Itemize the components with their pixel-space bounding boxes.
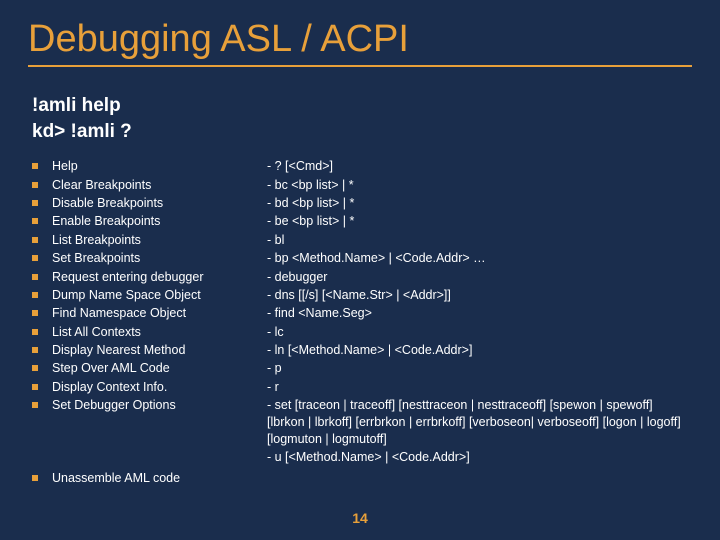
slide-title: Debugging ASL / ACPI: [28, 18, 692, 67]
command-syntax: - find <Name.Seg>: [267, 305, 692, 322]
command-name: List All Contexts: [52, 324, 141, 341]
command-name: Step Over AML Code: [52, 360, 170, 377]
command-syntax: - bl: [267, 232, 692, 249]
bullet-icon: [32, 384, 38, 390]
command-name: Dump Name Space Object: [52, 287, 201, 304]
bullet-icon: [32, 347, 38, 353]
list-item: Find Namespace Object: [32, 305, 267, 322]
command-syntax: - ? [<Cmd>]: [267, 158, 692, 175]
list-item: Dump Name Space Object: [32, 287, 267, 304]
bullet-icon: [32, 182, 38, 188]
bullet-icon: [32, 310, 38, 316]
command-syntax: - ln [<Method.Name> | <Code.Addr>]: [267, 342, 692, 359]
bullet-icon: [32, 365, 38, 371]
command-name: Set Breakpoints: [52, 250, 140, 267]
bullet-icon: [32, 237, 38, 243]
list-item: List Breakpoints: [32, 232, 267, 249]
slide-subhead: !amli help kd> !amli ?: [32, 93, 692, 144]
list-item: Display Context Info.: [32, 379, 267, 396]
command-syntax: - bp <Method.Name> | <Code.Addr> …: [267, 250, 692, 267]
command-name: Unassemble AML code: [52, 470, 180, 487]
command-name: Find Namespace Object: [52, 305, 186, 322]
page-number: 14: [0, 510, 720, 526]
command-syntax: - dns [[/s] [<Name.Str> | <Addr>]]: [267, 287, 692, 304]
bullet-icon: [32, 329, 38, 335]
bullet-icon: [32, 163, 38, 169]
command-syntax: - u [<Method.Name> | <Code.Addr>]: [267, 449, 692, 466]
command-syntax-column: - ? [<Cmd>] - bc <bp list> | * - bd <bp …: [267, 158, 692, 488]
subhead-line-2: kd> !amli ?: [32, 119, 692, 145]
command-name: Display Nearest Method: [52, 342, 185, 359]
command-syntax: - r: [267, 379, 692, 396]
bullet-icon: [32, 218, 38, 224]
list-item: Help: [32, 158, 267, 175]
command-name: Disable Breakpoints: [52, 195, 163, 212]
list-item: Clear Breakpoints: [32, 177, 267, 194]
command-syntax: - bc <bp list> | *: [267, 177, 692, 194]
command-syntax: - debugger: [267, 269, 692, 286]
list-item: Unassemble AML code: [32, 470, 267, 487]
list-item: List All Contexts: [32, 324, 267, 341]
list-item: Step Over AML Code: [32, 360, 267, 377]
command-name: Clear Breakpoints: [52, 177, 151, 194]
bullet-icon: [32, 292, 38, 298]
bullet-icon: [32, 255, 38, 261]
bullet-icon: [32, 200, 38, 206]
command-syntax: - p: [267, 360, 692, 377]
command-name: List Breakpoints: [52, 232, 141, 249]
command-names-column: Help Clear Breakpoints Disable Breakpoin…: [32, 158, 267, 488]
command-name: Display Context Info.: [52, 379, 167, 396]
command-syntax: - lc: [267, 324, 692, 341]
list-item: Request entering debugger: [32, 269, 267, 286]
list-item: Set Breakpoints: [32, 250, 267, 267]
list-item: Set Debugger Options: [32, 397, 267, 414]
list-item: Disable Breakpoints: [32, 195, 267, 212]
command-syntax: - be <bp list> | *: [267, 213, 692, 230]
command-syntax: - bd <bp list> | *: [267, 195, 692, 212]
command-name: Help: [52, 158, 78, 175]
command-columns: Help Clear Breakpoints Disable Breakpoin…: [32, 158, 692, 488]
command-name: Set Debugger Options: [52, 397, 176, 414]
bullet-icon: [32, 402, 38, 408]
command-name: Enable Breakpoints: [52, 213, 160, 230]
command-syntax: - set [traceon | traceoff] [nesttraceon …: [267, 397, 692, 448]
subhead-line-1: !amli help: [32, 93, 692, 119]
bullet-icon: [32, 274, 38, 280]
list-item: Enable Breakpoints: [32, 213, 267, 230]
command-name: Request entering debugger: [52, 269, 204, 286]
list-item: Display Nearest Method: [32, 342, 267, 359]
slide: Debugging ASL / ACPI !amli help kd> !aml…: [0, 0, 720, 540]
bullet-icon: [32, 475, 38, 481]
